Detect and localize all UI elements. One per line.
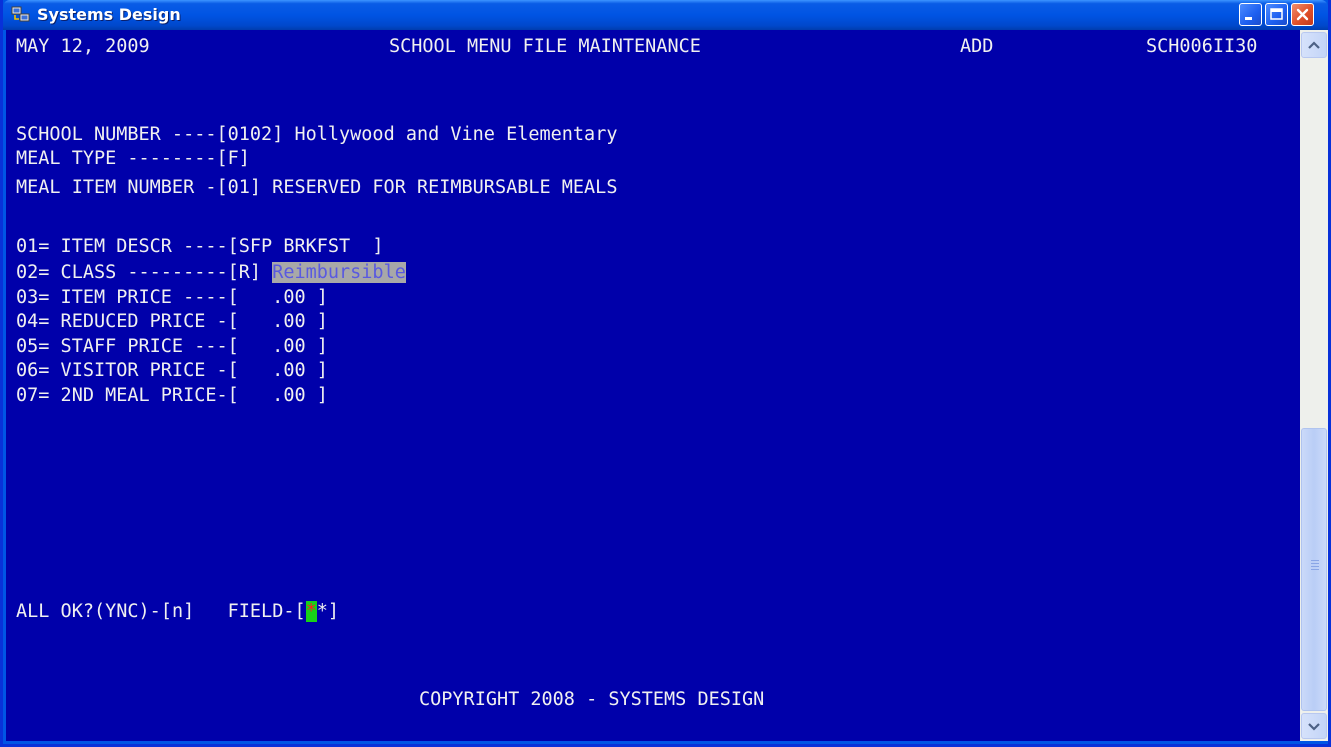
field-bracket: ] xyxy=(316,385,328,406)
field-row-staff-price: 05= STAFF PRICE ---[ .00 ] xyxy=(16,335,328,359)
field-bracket: ] xyxy=(372,236,384,257)
meal-type-suffix: ] xyxy=(238,148,250,169)
school-name: ] Hollywood and Vine Elementary xyxy=(272,124,618,145)
item-descr-field[interactable]: SFP BRKFST xyxy=(239,236,373,257)
terminal-screen[interactable]: MAY 12, 2009 SCHOOL MENU FILE MAINTENANC… xyxy=(6,30,1300,741)
school-number-label: SCHOOL NUMBER ----[ xyxy=(16,124,228,145)
scroll-down-button[interactable] xyxy=(1301,713,1327,739)
field-bracket: ] xyxy=(316,287,328,308)
screen-title: SCHOOL MENU FILE MAINTENANCE xyxy=(389,36,701,57)
class-description: Reimbursible xyxy=(272,262,406,283)
field-select-input[interactable]: * xyxy=(317,601,328,622)
staff-price-field[interactable]: .00 xyxy=(239,336,317,357)
second-meal-price-field[interactable]: .00 xyxy=(239,385,317,406)
meal-type-field[interactable]: F xyxy=(228,148,239,169)
meal-type-row: MEAL TYPE --------[F] xyxy=(16,147,250,171)
field-label: 01= ITEM DESCR ----[ xyxy=(16,236,239,257)
field-label: 05= STAFF PRICE ---[ xyxy=(16,336,239,357)
minimize-icon xyxy=(1245,17,1252,20)
program-id: SCH006II30 xyxy=(1146,36,1258,57)
app-icon xyxy=(11,6,30,22)
vertical-scrollbar[interactable] xyxy=(1300,30,1328,741)
field-label: 03= ITEM PRICE ----[ xyxy=(16,287,239,308)
close-button[interactable] xyxy=(1291,3,1314,26)
all-ok-field[interactable]: n xyxy=(172,601,183,622)
field-bracket: ] xyxy=(316,336,328,357)
header-date: MAY 12, 2009 xyxy=(16,36,150,57)
field-select-label: FIELD-[ xyxy=(227,601,306,622)
meal-type-label: MEAL TYPE --------[ xyxy=(16,148,228,169)
field-bracket: ] xyxy=(316,360,328,381)
text-cursor[interactable]: * xyxy=(305,601,317,622)
field-row-class: 02= CLASS ---------[R] Reimbursible xyxy=(16,261,406,285)
terminal-window: Systems Design MAY 12, 2009 SCHOOL MENU … xyxy=(0,0,1331,747)
field-label: 07= 2ND MEAL PRICE-[ xyxy=(16,385,239,406)
field-select-bracket: ] xyxy=(327,601,340,622)
meal-item-number-field[interactable]: 01 xyxy=(228,177,250,198)
field-row-item-descr: 01= ITEM DESCR ----[SFP BRKFST ] xyxy=(16,235,384,259)
scroll-up-button[interactable] xyxy=(1301,32,1327,58)
chevron-up-icon xyxy=(1308,41,1320,49)
school-number-field[interactable]: 0102 xyxy=(228,124,273,145)
all-ok-label: ALL OK?(YNC)-[ xyxy=(16,601,172,622)
maximize-icon xyxy=(1270,8,1283,20)
maximize-button[interactable] xyxy=(1265,3,1288,26)
scrollbar-thumb[interactable] xyxy=(1301,428,1327,711)
mode-indicator: ADD xyxy=(960,36,994,57)
meal-item-number-row: MEAL ITEM NUMBER -[01] RESERVED FOR REIM… xyxy=(16,176,617,200)
meal-item-description: ] RESERVED FOR REIMBURSABLE MEALS xyxy=(249,177,618,198)
close-icon xyxy=(1296,8,1309,21)
item-price-field[interactable]: .00 xyxy=(239,287,317,308)
field-bracket: ] xyxy=(316,311,328,332)
field-label: 04= REDUCED PRICE -[ xyxy=(16,311,239,332)
window-title: Systems Design xyxy=(37,5,181,24)
class-field[interactable]: R xyxy=(239,262,250,283)
field-row-visitor-price: 06= VISITOR PRICE -[ .00 ] xyxy=(16,359,328,383)
field-row-reduced-price: 04= REDUCED PRICE -[ .00 ] xyxy=(16,310,328,334)
field-label: 02= CLASS ---------[ xyxy=(16,262,239,283)
copyright-notice: COPYRIGHT 2008 - SYSTEMS DESIGN xyxy=(419,689,765,710)
field-bracket: ] xyxy=(249,262,273,283)
reduced-price-field[interactable]: .00 xyxy=(239,311,317,332)
field-row-second-meal-price: 07= 2ND MEAL PRICE-[ .00 ] xyxy=(16,384,328,408)
prompt-row: ALL OK?(YNC)-[n] FIELD-[**] xyxy=(16,600,339,624)
meal-item-number-label: MEAL ITEM NUMBER -[ xyxy=(16,177,228,198)
school-number-row: SCHOOL NUMBER ----[0102] Hollywood and V… xyxy=(16,123,617,147)
all-ok-bracket: ] xyxy=(183,601,195,622)
title-bar[interactable]: Systems Design xyxy=(3,0,1328,30)
field-label: 06= VISITOR PRICE -[ xyxy=(16,360,239,381)
visitor-price-field[interactable]: .00 xyxy=(239,360,317,381)
chevron-down-icon xyxy=(1308,723,1320,731)
field-row-item-price: 03= ITEM PRICE ----[ .00 ] xyxy=(16,286,328,310)
minimize-button[interactable] xyxy=(1239,3,1262,26)
